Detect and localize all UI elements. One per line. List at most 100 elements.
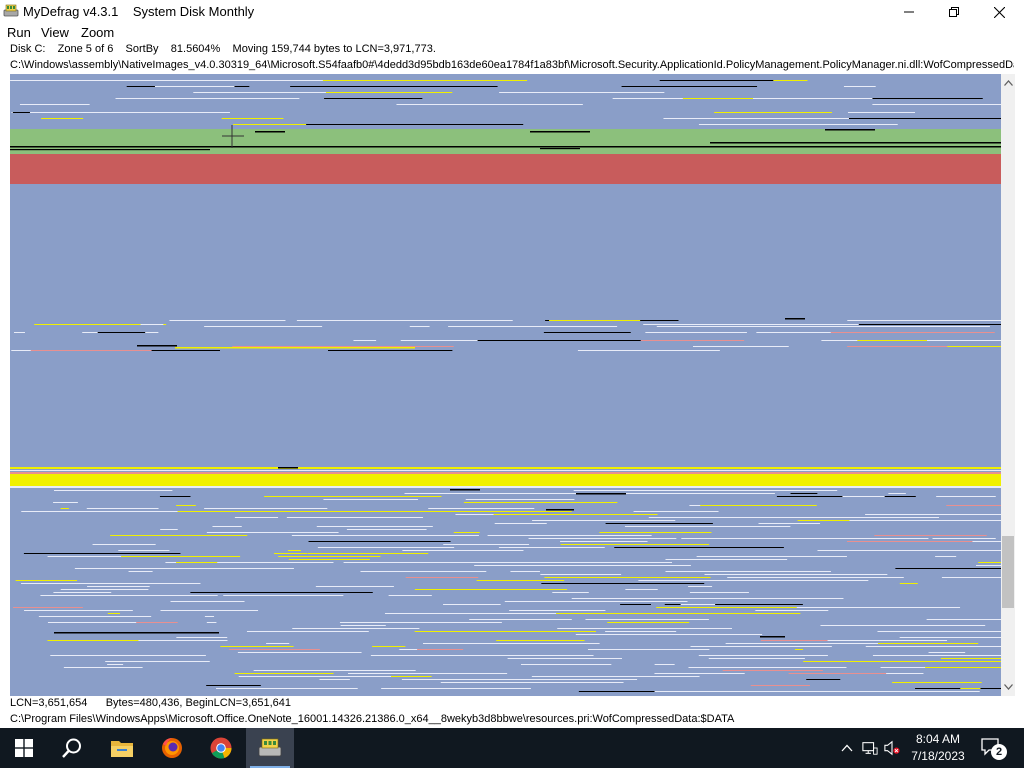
fragment — [803, 661, 938, 662]
disk-cluster-map[interactable] — [10, 74, 1001, 696]
fragment — [396, 104, 448, 105]
fragment — [13, 607, 83, 608]
chrome-button[interactable] — [197, 728, 245, 768]
fragment — [806, 679, 841, 680]
fragment — [682, 98, 754, 99]
fragment — [50, 655, 206, 656]
fragment — [54, 632, 219, 634]
yellow-band — [10, 474, 1001, 486]
fragment — [848, 118, 1001, 119]
network-button[interactable] — [862, 740, 878, 756]
fragment — [92, 544, 156, 545]
taskbar: 8:04 AM 7/18/2023 2 — [0, 728, 1024, 768]
fragment — [334, 346, 454, 347]
close-button[interactable] — [976, 0, 1022, 24]
fragment — [288, 559, 370, 560]
fragment — [602, 634, 763, 635]
fragment — [136, 568, 294, 569]
fragment — [29, 112, 230, 113]
fragment — [10, 80, 215, 81]
chrome-icon — [210, 737, 232, 759]
firefox-button[interactable] — [148, 728, 196, 768]
fragment — [107, 664, 124, 665]
fragment — [648, 517, 804, 518]
fragment — [708, 658, 805, 659]
scroll-down-button[interactable] — [1001, 680, 1015, 694]
fragment — [477, 340, 641, 341]
fragment — [794, 649, 804, 650]
fragment — [381, 688, 531, 689]
fragment — [328, 350, 453, 351]
windows-start-icon — [15, 739, 33, 757]
fragment — [696, 556, 847, 557]
fragment — [476, 580, 565, 581]
start-button[interactable] — [0, 728, 48, 768]
fragment — [274, 553, 308, 554]
fragment — [827, 640, 948, 641]
taskbar-clock[interactable]: 8:04 AM 7/18/2023 — [900, 731, 976, 765]
fragment — [448, 326, 618, 327]
fragment — [422, 643, 600, 644]
fragment — [680, 604, 716, 605]
title-bar[interactable]: MyDefrag v4.3.1 System Disk Monthly — [0, 0, 1024, 24]
fragment — [625, 589, 658, 590]
file-explorer-icon — [111, 741, 133, 757]
yellow-band-line — [10, 467, 1001, 469]
fragment — [705, 324, 859, 325]
action-center-button[interactable]: 2 — [980, 736, 1008, 760]
lcn-info-line: LCN=3,651,654 Bytes=480,436, BeginLCN=3,… — [10, 697, 292, 709]
minimize-button[interactable] — [886, 0, 932, 24]
fragment — [849, 520, 1001, 521]
fragment — [374, 529, 400, 530]
fragment — [498, 547, 605, 548]
fragment — [405, 577, 479, 578]
fragment — [578, 691, 655, 692]
mydefrag-taskbar-button[interactable] — [246, 728, 294, 768]
fragment — [176, 637, 228, 638]
fragment — [316, 526, 433, 527]
fragment — [444, 104, 583, 105]
fragment — [410, 673, 508, 674]
fragment — [23, 553, 181, 554]
fragment — [319, 679, 350, 680]
search-button[interactable] — [48, 728, 96, 768]
clock-time: 8:04 AM — [915, 732, 961, 746]
menu-run[interactable]: Run — [7, 25, 31, 40]
fragment — [307, 553, 429, 554]
fragment — [665, 571, 758, 572]
show-hidden-icons-button[interactable] — [839, 740, 855, 756]
fragment — [21, 583, 201, 584]
fragment — [10, 470, 1001, 471]
fragment — [520, 664, 612, 665]
fragment — [658, 613, 801, 614]
volume-button[interactable] — [884, 740, 900, 756]
fragment — [698, 124, 804, 125]
fragment — [760, 636, 785, 638]
fragment — [13, 332, 25, 333]
fragment — [368, 547, 455, 548]
file-explorer-button[interactable] — [98, 728, 146, 768]
scroll-thumb[interactable] — [1002, 536, 1014, 608]
maximize-button[interactable] — [931, 0, 977, 24]
fragment — [560, 541, 648, 542]
fragment — [175, 347, 415, 349]
red-band — [10, 154, 1001, 184]
fragment — [339, 622, 502, 623]
fragment — [223, 595, 344, 596]
fragment — [872, 655, 1001, 656]
menu-zoom[interactable]: Zoom — [81, 25, 114, 40]
scroll-up-button[interactable] — [1001, 76, 1015, 90]
fragment — [727, 577, 904, 578]
fragment — [675, 691, 845, 692]
fragment — [414, 589, 568, 590]
fragment — [54, 490, 173, 491]
fragment — [633, 511, 719, 512]
fragment — [53, 592, 112, 593]
fragment — [847, 346, 948, 347]
fragment — [624, 526, 791, 527]
vertical-scrollbar[interactable] — [1001, 74, 1015, 696]
menu-view[interactable]: View — [41, 25, 69, 40]
maximize-icon — [949, 7, 959, 17]
fragment — [544, 577, 711, 578]
fragment — [365, 80, 528, 81]
